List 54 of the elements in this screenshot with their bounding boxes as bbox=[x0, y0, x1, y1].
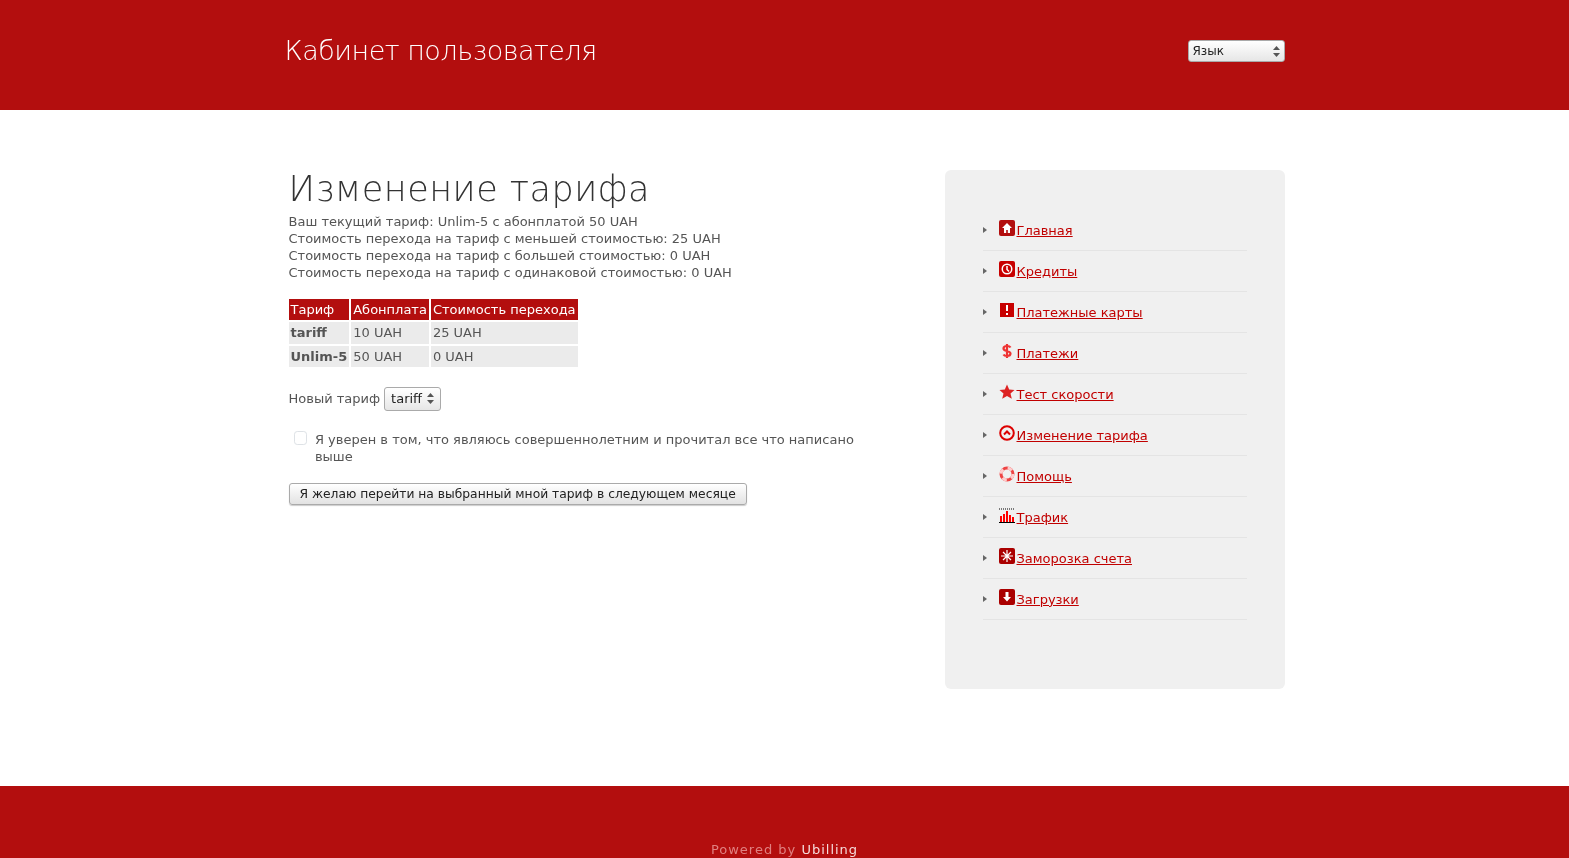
menu-link[interactable]: Изменение тарифа bbox=[998, 425, 1148, 445]
tariff-select[interactable]: tariff bbox=[384, 387, 442, 411]
menu-link[interactable]: Заморозка счета bbox=[998, 548, 1132, 568]
menu-link[interactable]: Загрузки bbox=[998, 589, 1079, 609]
footer-text: Powered by bbox=[710, 842, 797, 857]
chevron-up-circle-icon bbox=[998, 425, 1015, 441]
spinner-arrows-icon bbox=[427, 393, 435, 405]
table-cell: tariff bbox=[288, 322, 350, 344]
snowflake-icon bbox=[998, 548, 1015, 564]
column-header: Тариф bbox=[288, 298, 350, 320]
bullet-icon bbox=[982, 596, 987, 602]
language-select[interactable]: Язык bbox=[1187, 40, 1285, 62]
column-header: Абонплата bbox=[351, 298, 429, 320]
info-text: Стоимость перехода на тариф с большей стоимостью: 0 UAH bbox=[288, 246, 712, 264]
bullet-icon bbox=[982, 473, 987, 479]
info-text: Стоимость перехода на тариф с меньшей стоимостью: 25 UAH bbox=[288, 229, 722, 247]
menu-link[interactable]: Платежные карты bbox=[998, 302, 1143, 322]
bullet-icon bbox=[982, 432, 987, 438]
bullet-icon bbox=[982, 268, 987, 274]
table-cell: Unlim-5 bbox=[288, 345, 350, 367]
table-cell: 50 UAH bbox=[351, 345, 429, 367]
agreement-label: Я уверен в том, что являюсь совершеннолетним и прочитал все что написано выше bbox=[314, 430, 855, 465]
menu-link[interactable]: Главная bbox=[998, 220, 1073, 240]
table-cell: 25 UAH bbox=[430, 322, 578, 344]
info-text: Стоимость перехода на тариф с одинаковой стоимостью: 0 UAH bbox=[288, 263, 733, 281]
menu-link[interactable]: Кредиты bbox=[998, 261, 1078, 281]
table-cell: 0 UAH bbox=[430, 345, 578, 367]
info-text: Ваш текущий тариф: Unlim-5 с абонплатой 50 UAH bbox=[288, 212, 639, 230]
field-label: Новый тариф bbox=[288, 390, 381, 408]
agreement-checkbox[interactable] bbox=[293, 430, 307, 445]
footer-link[interactable]: Ubilling bbox=[801, 842, 859, 857]
page-heading: Изменение тарифа bbox=[288, 170, 652, 209]
clock-icon bbox=[998, 261, 1015, 277]
exclamation-icon bbox=[998, 302, 1015, 318]
submit-button[interactable]: Я желаю перейти на выбранный мной тариф в следующем месяце bbox=[288, 482, 747, 505]
menu-link[interactable]: Помощь bbox=[998, 466, 1072, 486]
column-header: Стоимость перехода bbox=[430, 298, 578, 320]
home-icon bbox=[998, 220, 1015, 236]
site-title: Кабинет пользователя bbox=[284, 33, 597, 68]
menu-link[interactable]: Трафик bbox=[998, 507, 1069, 527]
star-icon bbox=[998, 384, 1015, 400]
bullet-icon bbox=[982, 227, 987, 233]
bullet-icon bbox=[982, 514, 987, 520]
bullet-icon bbox=[982, 391, 987, 397]
download-icon bbox=[998, 589, 1015, 605]
lifebuoy-icon bbox=[998, 466, 1015, 482]
bullet-icon bbox=[982, 350, 987, 356]
table-cell: 10 UAH bbox=[351, 322, 429, 344]
menu-link[interactable]: Тест скорости bbox=[998, 384, 1114, 404]
bar-chart-icon bbox=[998, 507, 1015, 523]
bullet-icon bbox=[982, 555, 987, 561]
bullet-icon bbox=[982, 309, 987, 315]
spinner-arrows-icon bbox=[1272, 45, 1280, 57]
menu-link[interactable]: Платежи bbox=[998, 343, 1079, 363]
